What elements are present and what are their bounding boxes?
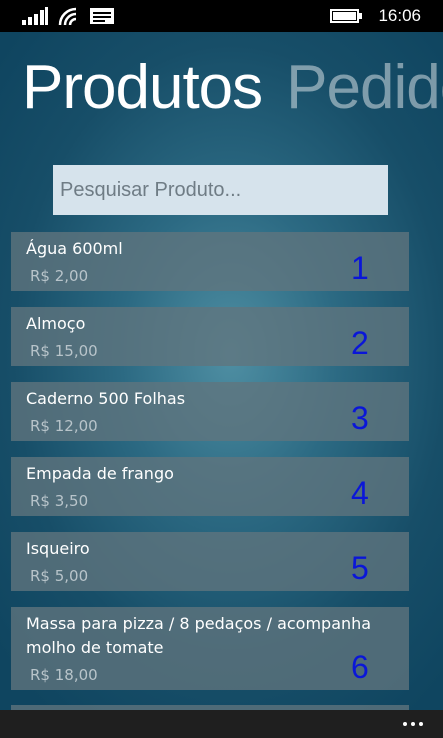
product-price: R$ 2,00: [30, 267, 89, 285]
signal-icon: [22, 7, 48, 25]
product-list: Água 600ml R$ 2,00 1 Almoço R$ 15,00 2 C…: [11, 232, 409, 706]
product-price: R$ 18,00: [30, 666, 98, 684]
product-number: 6: [351, 649, 369, 685]
product-item[interactable]: Empada de frango R$ 3,50 4: [11, 457, 409, 516]
product-item[interactable]: Isqueiro R$ 5,00 5: [11, 532, 409, 591]
wifi-icon: [58, 7, 77, 25]
message-icon: [90, 8, 114, 24]
clock: 16:06: [378, 6, 421, 25]
product-price: R$ 15,00: [30, 342, 98, 360]
product-price: R$ 3,50: [30, 492, 89, 510]
product-number: 5: [351, 550, 369, 586]
product-price: R$ 5,00: [30, 567, 89, 585]
product-name: Água 600ml: [26, 239, 123, 258]
product-name: Almoço: [26, 314, 86, 333]
pivot-header: Produtos Pedidos: [22, 52, 443, 123]
tab-pedidos[interactable]: Pedidos: [286, 53, 443, 122]
status-bar: 16:06: [0, 0, 443, 32]
product-item[interactable]: Almoço R$ 15,00 2: [11, 307, 409, 366]
tab-produtos[interactable]: Produtos: [22, 53, 263, 122]
ellipsis-icon[interactable]: [393, 710, 433, 738]
product-item[interactable]: Massa para pizza / 8 pedaços / acompanha…: [11, 607, 409, 690]
product-number: 1: [351, 250, 369, 286]
product-name: Caderno 500 Folhas: [26, 389, 186, 408]
product-price: R$ 12,00: [30, 417, 98, 435]
product-item[interactable]: Água 600ml R$ 2,00 1: [11, 232, 409, 291]
battery-icon: [330, 9, 363, 23]
product-number: 3: [351, 400, 369, 436]
product-number: 4: [351, 475, 369, 511]
product-item[interactable]: Caderno 500 Folhas R$ 12,00 3: [11, 382, 409, 441]
product-name: Isqueiro: [26, 539, 90, 558]
product-number: 2: [351, 325, 369, 361]
search-input[interactable]: [53, 165, 388, 215]
product-name: Empada de frango: [26, 464, 174, 483]
app-bar: [0, 710, 443, 738]
product-name: Massa para pizza / 8 pedaços / acompanha…: [26, 614, 372, 657]
